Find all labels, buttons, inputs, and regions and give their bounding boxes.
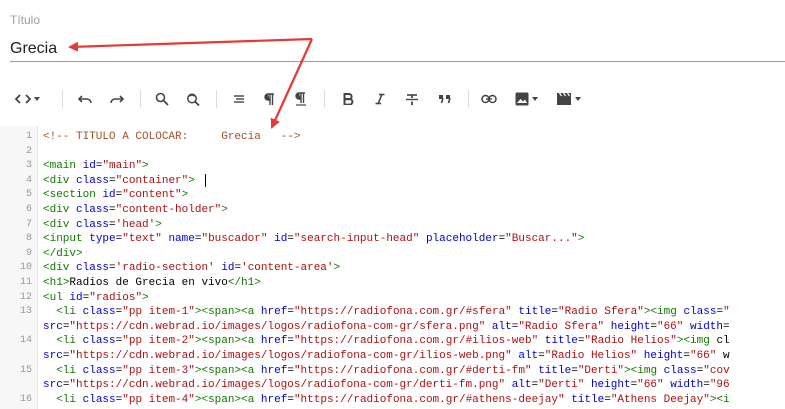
code-text: </div> xyxy=(43,247,83,260)
code-line[interactable]: src="https://cdn.webrad.io/images/logos/… xyxy=(0,378,785,393)
code-line[interactable]: 13 <li class="pp item-1"><span><a href="… xyxy=(0,305,785,320)
undo-icon xyxy=(77,93,93,105)
toolbar-divider xyxy=(324,90,325,108)
italic-button[interactable] xyxy=(370,86,390,112)
title-input[interactable] xyxy=(10,36,785,62)
line-number: 16 xyxy=(19,393,32,405)
code-text: <li class="pp item-3"><span><a href="htt… xyxy=(56,364,730,377)
code-lines: 1 <!-- TITULO A COLOCAR: Grecia --> 2 3 <mai… xyxy=(0,130,785,407)
code-text: src="https://cdn.webrad.io/images/logos/… xyxy=(43,320,730,333)
line-number: 13 xyxy=(19,306,32,318)
title-label: Título xyxy=(10,13,41,27)
chevron-down-icon xyxy=(33,97,40,101)
image-icon xyxy=(515,92,529,106)
code-text: <input type="text" name="buscador" id="s… xyxy=(43,233,585,246)
code-text: <li class="pp item-2"><span><a href="htt… xyxy=(56,335,730,348)
image-button[interactable] xyxy=(511,86,541,112)
line-number: 1 xyxy=(25,131,32,142)
code-view-button[interactable] xyxy=(10,86,44,112)
code-text: <div class="content-holder"> xyxy=(43,203,228,216)
bold-button[interactable] xyxy=(338,86,358,112)
video-button[interactable] xyxy=(552,86,584,112)
code-text: <li class="pp item-4"><span><a href="htt… xyxy=(56,393,730,406)
toolbar-divider xyxy=(468,90,469,108)
search-button[interactable] xyxy=(152,86,172,112)
code-text: src="https://cdn.webrad.io/images/logos/… xyxy=(43,349,730,362)
line-number: 2 xyxy=(25,145,32,157)
undo-button[interactable] xyxy=(74,86,96,112)
chevron-down-icon xyxy=(531,97,538,101)
line-number: 9 xyxy=(25,247,32,259)
code-line[interactable]: 15 <li class="pp item-3"><span><a href="… xyxy=(0,364,785,379)
editor-toolbar xyxy=(0,86,785,112)
line-number: 11 xyxy=(19,276,32,288)
code-text: <section id="content"> xyxy=(43,189,189,202)
line-number: 7 xyxy=(25,218,32,230)
italic-icon xyxy=(374,93,386,105)
line-number: 15 xyxy=(19,364,32,376)
paragraph-rtl-icon xyxy=(294,92,308,106)
code-line[interactable]: 7 <div class='head'> xyxy=(0,218,785,233)
code-line[interactable]: 3 <main id="main"> xyxy=(0,159,785,174)
code-line[interactable]: 16 <li class="pp item-4"><span><a href="… xyxy=(0,393,785,408)
replace-icon xyxy=(185,92,201,106)
code-text: <!-- TITULO A COLOCAR: Grecia --> xyxy=(43,131,301,143)
strikethrough-button[interactable] xyxy=(401,86,423,112)
code-line[interactable]: 8 <input type="text" name="buscador" id="… xyxy=(0,232,785,247)
line-number: 5 xyxy=(25,189,32,201)
code-text: <div class='radio-section' id='content-a… xyxy=(43,262,341,275)
code-text: <div class='head'> xyxy=(43,218,162,231)
code-text: <h1>Radios de Grecia en vivo</h1> xyxy=(43,276,261,289)
toolbar-divider xyxy=(216,90,217,108)
align-icon xyxy=(232,93,246,105)
line-number: 4 xyxy=(25,174,32,186)
code-line[interactable]: 2 xyxy=(0,145,785,160)
code-line[interactable]: src="https://cdn.webrad.io/images/logos/… xyxy=(0,349,785,364)
line-number: 10 xyxy=(19,262,32,274)
code-line[interactable]: 14 <li class="pp item-2"><span><a href="… xyxy=(0,334,785,349)
strikethrough-icon xyxy=(405,93,419,106)
toolbar-divider xyxy=(62,90,63,108)
paragraph-rtl-button[interactable] xyxy=(290,86,312,112)
code-text: <li class="pp item-1"><span><a href="htt… xyxy=(56,306,730,319)
video-icon xyxy=(556,92,572,106)
paragraph-button[interactable] xyxy=(258,86,280,112)
link-button[interactable] xyxy=(478,86,500,112)
code-line[interactable]: 11 <h1>Radios de Grecia en vivo</h1> xyxy=(0,276,785,291)
link-icon xyxy=(481,94,497,104)
line-number: 14 xyxy=(19,335,32,347)
search-icon xyxy=(155,92,169,106)
toolbar-divider xyxy=(140,90,141,108)
line-number: 6 xyxy=(25,203,32,215)
redo-icon xyxy=(109,93,125,105)
code-text: src="https://cdn.webrad.io/images/logos/… xyxy=(43,379,730,392)
code-line[interactable]: 9 </div> xyxy=(0,247,785,262)
code-text: <ul id="radios"> xyxy=(43,291,149,304)
code-line[interactable]: 1 <!-- TITULO A COLOCAR: Grecia --> xyxy=(0,130,785,145)
quote-icon xyxy=(438,94,452,104)
code-line[interactable]: 5 <section id="content"> xyxy=(0,188,785,203)
line-number: 3 xyxy=(25,160,32,172)
quote-button[interactable] xyxy=(434,86,456,112)
title-underline xyxy=(10,61,785,62)
bold-icon xyxy=(342,93,354,105)
replace-button[interactable] xyxy=(182,86,204,112)
code-line[interactable]: 12 <ul id="radios"> xyxy=(0,291,785,306)
text-cursor xyxy=(205,174,206,187)
code-line[interactable]: 10 <div class='radio-section' id='content… xyxy=(0,261,785,276)
code-line[interactable]: 4 <div class="container"> xyxy=(0,174,785,189)
code-line[interactable]: 6 <div class="content-holder"> xyxy=(0,203,785,218)
redo-button[interactable] xyxy=(106,86,128,112)
paragraph-icon xyxy=(262,92,276,106)
code-view-icon xyxy=(14,93,31,105)
chevron-down-icon xyxy=(574,97,581,101)
code-text: <main id="main"> xyxy=(43,160,149,173)
code-text: <div class="container"> xyxy=(43,174,195,187)
line-number: 12 xyxy=(19,291,32,303)
line-number: 8 xyxy=(25,233,32,245)
align-button[interactable] xyxy=(228,86,250,112)
code-editor[interactable]: 1 <!-- TITULO A COLOCAR: Grecia --> 2 3 <mai… xyxy=(0,126,785,409)
code-line[interactable]: src="https://cdn.webrad.io/images/logos/… xyxy=(0,320,785,335)
